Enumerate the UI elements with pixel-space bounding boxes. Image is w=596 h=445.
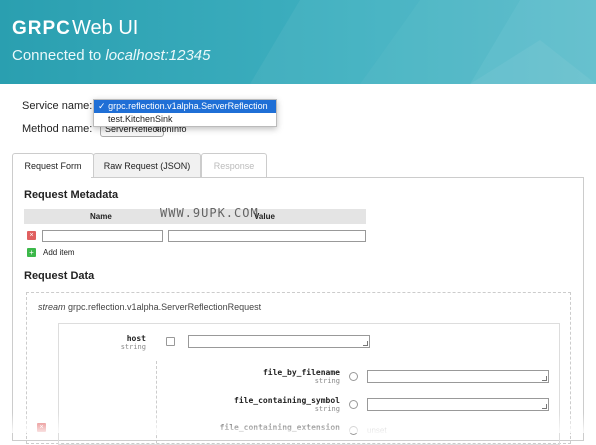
tab-response[interactable]: Response bbox=[201, 153, 267, 178]
field-file-by-filename-name: file_by_filename bbox=[262, 368, 340, 377]
tab-raw-request[interactable]: Raw Request (JSON) bbox=[93, 153, 201, 178]
delete-stream-item-button[interactable]: × bbox=[37, 423, 46, 432]
field-file-containing-symbol-type: string bbox=[314, 405, 340, 413]
field-file-containing-extension-name: file_containing_extension bbox=[219, 423, 340, 432]
service-select-dropdown[interactable]: ✓ grpc.reflection.v1alpha.ServerReflecti… bbox=[93, 99, 277, 127]
connected-prefix: Connected to bbox=[12, 47, 102, 64]
field-file-containing-symbol-input[interactable] bbox=[367, 398, 549, 411]
field-host-checkbox[interactable] bbox=[166, 337, 175, 346]
service-option-selected[interactable]: ✓ grpc.reflection.v1alpha.ServerReflecti… bbox=[94, 100, 276, 113]
metadata-name-input[interactable] bbox=[42, 230, 163, 242]
stream-message-type: stream grpc.reflection.v1alpha.ServerRef… bbox=[38, 302, 261, 312]
message-type-name: grpc.reflection.v1alpha.ServerReflection… bbox=[68, 302, 262, 312]
metadata-value-input[interactable] bbox=[168, 230, 366, 242]
tab-request-form[interactable]: Request Form bbox=[12, 153, 94, 178]
watermark-text: WWW.9UPK.COM bbox=[160, 206, 259, 220]
service-option-label: grpc.reflection.v1alpha.ServerReflection bbox=[108, 101, 268, 111]
delete-metadata-button[interactable]: × bbox=[27, 231, 36, 240]
check-icon: ✓ bbox=[98, 101, 106, 111]
add-item-label[interactable]: Add item bbox=[43, 248, 75, 257]
field-host-type: string bbox=[120, 343, 146, 351]
connected-host: localhost:12345 bbox=[105, 47, 211, 64]
stream-keyword: stream bbox=[38, 302, 66, 312]
header-pattern bbox=[250, 0, 596, 84]
field-host-name: host bbox=[126, 334, 146, 343]
field-file-by-filename-input[interactable] bbox=[367, 370, 549, 383]
add-item-button[interactable]: + bbox=[27, 248, 36, 257]
request-data-title: Request Data bbox=[24, 270, 95, 282]
field-file-by-filename-type: string bbox=[314, 377, 340, 385]
request-metadata-title: Request Metadata bbox=[24, 189, 119, 201]
active-tab-join bbox=[13, 176, 91, 178]
field-file-by-filename-radio[interactable] bbox=[349, 372, 358, 381]
connection-status: Connected to localhost:12345 bbox=[12, 47, 211, 64]
field-file-containing-symbol-radio[interactable] bbox=[349, 400, 358, 409]
service-option[interactable]: test.KitchenSink bbox=[94, 113, 276, 126]
field-host-input[interactable] bbox=[188, 335, 370, 348]
metadata-col-name: Name bbox=[90, 212, 112, 221]
field-unset-label: unset bbox=[367, 426, 387, 435]
app-header: GRPC Web UI Connected to localhost:12345 bbox=[0, 0, 596, 84]
grpc-logo: GRPC bbox=[12, 18, 71, 39]
method-name-label: Method name: bbox=[22, 123, 93, 135]
service-option-label: test.KitchenSink bbox=[108, 114, 173, 124]
app-title: Web UI bbox=[72, 17, 139, 39]
field-file-containing-symbol-name: file_containing_symbol bbox=[234, 396, 340, 405]
field-file-containing-extension-radio[interactable] bbox=[349, 426, 358, 435]
service-name-label: Service name: bbox=[22, 100, 93, 112]
